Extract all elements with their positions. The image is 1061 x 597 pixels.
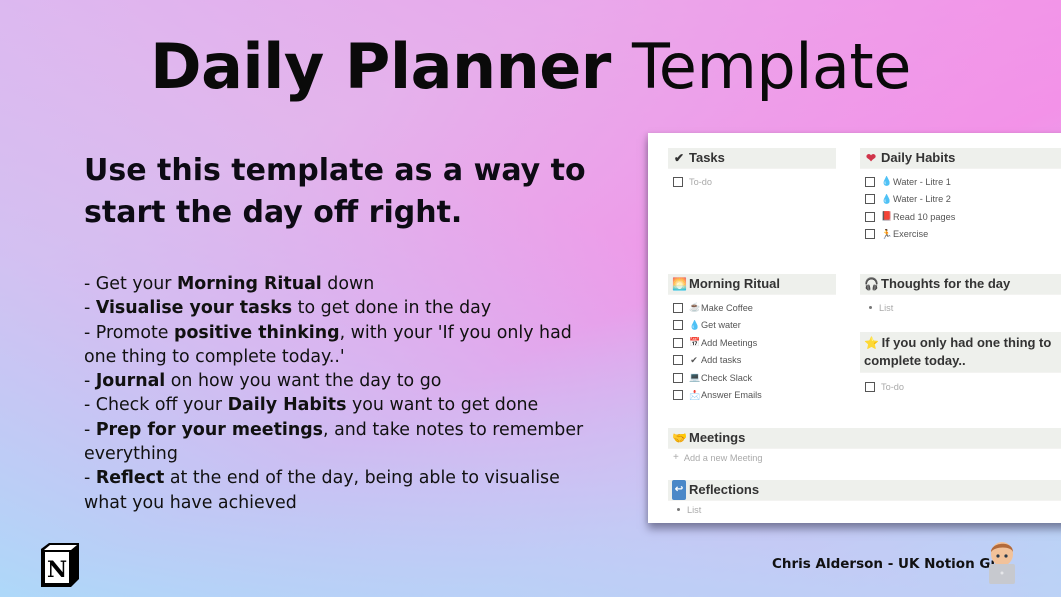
- laptop-icon: 💻: [689, 372, 701, 383]
- checkbox[interactable]: [865, 176, 875, 187]
- checkbox[interactable]: [673, 320, 683, 331]
- habit-item[interactable]: 💧 Water - Litre 1: [860, 173, 1061, 191]
- morning-ritual-section: 🌅 Morning Ritual ☕ Make Coffee 💧 Get water…: [668, 274, 836, 404]
- avatar: [989, 542, 1015, 584]
- feature-item: - Check off your Daily Habits you want t…: [84, 395, 539, 416]
- headphones-icon: 🎧: [864, 277, 879, 291]
- feature-item: - Prep for your meetings, and take notes…: [84, 419, 584, 465]
- morning-ritual-heading: 🌅 Morning Ritual: [668, 274, 836, 295]
- meetings-section: 🤝 Meetings + Add a new Meeting: [668, 428, 1061, 467]
- reflections-section: ↩ Reflections List: [668, 480, 1061, 519]
- feature-item: - Reflect at the end of the day, being a…: [84, 468, 560, 513]
- feature-item: - Get your Morning Ritual down: [84, 274, 375, 294]
- meetings-heading: 🤝 Meetings: [668, 428, 1061, 449]
- droplet-icon: 💧: [881, 193, 893, 204]
- calendar-icon: 📅: [689, 337, 701, 348]
- subtitle: Use this template as a way to start the …: [84, 153, 586, 230]
- reflections-heading: ↩ Reflections: [668, 480, 1061, 501]
- feature-item: - Promote positive thinking, with your '…: [84, 322, 572, 367]
- habit-item[interactable]: 📕 Read 10 pages: [860, 208, 1061, 226]
- checkbox[interactable]: [673, 176, 683, 187]
- ritual-item[interactable]: 📩 Answer Emails: [668, 387, 836, 405]
- tasks-heading: ✔ Tasks: [668, 148, 836, 169]
- checkbox[interactable]: [865, 194, 875, 205]
- feature-item: - Visualise your tasks to get done in th…: [84, 298, 492, 319]
- thoughts-heading: 🎧 Thoughts for the day: [860, 274, 1061, 295]
- checkbox[interactable]: [673, 372, 683, 383]
- page-title: Daily Planner Template: [0, 30, 1061, 103]
- tasks-section: ✔ Tasks To-do: [668, 148, 836, 191]
- plus-icon: +: [673, 452, 679, 464]
- checkbox[interactable]: [673, 337, 683, 348]
- ritual-item[interactable]: 💻 Check Slack: [668, 369, 836, 387]
- envelope-icon: 📩: [689, 389, 701, 400]
- svg-text:N: N: [47, 557, 67, 583]
- coffee-icon: ☕: [689, 302, 701, 313]
- sunrise-icon: 🌅: [672, 277, 687, 291]
- thoughts-section: 🎧 Thoughts for the day List: [860, 274, 1061, 317]
- notion-logo-icon: N: [41, 543, 79, 587]
- title-light: Template: [631, 30, 911, 103]
- checkbox[interactable]: [673, 355, 683, 366]
- ritual-item[interactable]: 💧 Get water: [668, 317, 836, 335]
- check-mark-icon: ✔: [673, 151, 685, 165]
- ritual-item[interactable]: 📅 Add Meetings: [668, 334, 836, 352]
- bullet-icon: [869, 306, 872, 310]
- ritual-item[interactable]: ✔ Add tasks: [668, 352, 836, 370]
- daily-habits-heading: ❤ Daily Habits: [860, 148, 1061, 169]
- book-icon: 📕: [881, 211, 893, 222]
- one-thing-section: ⭐ If you only had one thing to complete …: [860, 332, 1061, 396]
- list-item[interactable]: List: [860, 299, 1061, 317]
- checkbox[interactable]: [865, 381, 875, 392]
- feature-item: - Journal on how you want the day to go: [84, 371, 442, 392]
- todo-item[interactable]: To-do: [668, 173, 836, 191]
- checkbox[interactable]: [673, 390, 683, 401]
- runner-icon: 🏃: [881, 228, 893, 239]
- habit-item[interactable]: 💧 Water - Litre 2: [860, 191, 1061, 209]
- checkbox[interactable]: [865, 229, 875, 240]
- notion-template-preview: ✔ Tasks To-do ❤ Daily Habits 💧 Water - Li…: [648, 133, 1061, 523]
- bullet-icon: [677, 508, 680, 512]
- check-mark-icon: ✔: [690, 354, 698, 365]
- ritual-item[interactable]: ☕ Make Coffee: [668, 299, 836, 317]
- list-item[interactable]: List: [668, 501, 1061, 519]
- author-credit: Chris Alderson - UK Notion Guy: [772, 556, 1009, 572]
- return-arrow-icon: ↩: [672, 480, 686, 500]
- star-icon: ⭐: [864, 336, 879, 350]
- checkbox[interactable]: [865, 211, 875, 222]
- add-meeting-button[interactable]: + Add a new Meeting: [668, 449, 1061, 467]
- droplet-icon: 💧: [689, 319, 701, 330]
- checkbox[interactable]: [673, 302, 683, 313]
- droplet-icon: 💧: [881, 176, 893, 187]
- habit-item[interactable]: 🏃 Exercise: [860, 226, 1061, 244]
- heart-icon: ❤: [865, 151, 877, 165]
- title-bold: Daily Planner: [150, 30, 611, 103]
- one-thing-heading: ⭐ If you only had one thing to complete …: [860, 332, 1061, 373]
- handshake-icon: 🤝: [672, 431, 687, 445]
- daily-habits-section: ❤ Daily Habits 💧 Water - Litre 1 💧 Water -…: [860, 148, 1061, 243]
- feature-list: - Get your Morning Ritual down - Visuali…: [84, 272, 594, 515]
- todo-item[interactable]: To-do: [860, 378, 1061, 396]
